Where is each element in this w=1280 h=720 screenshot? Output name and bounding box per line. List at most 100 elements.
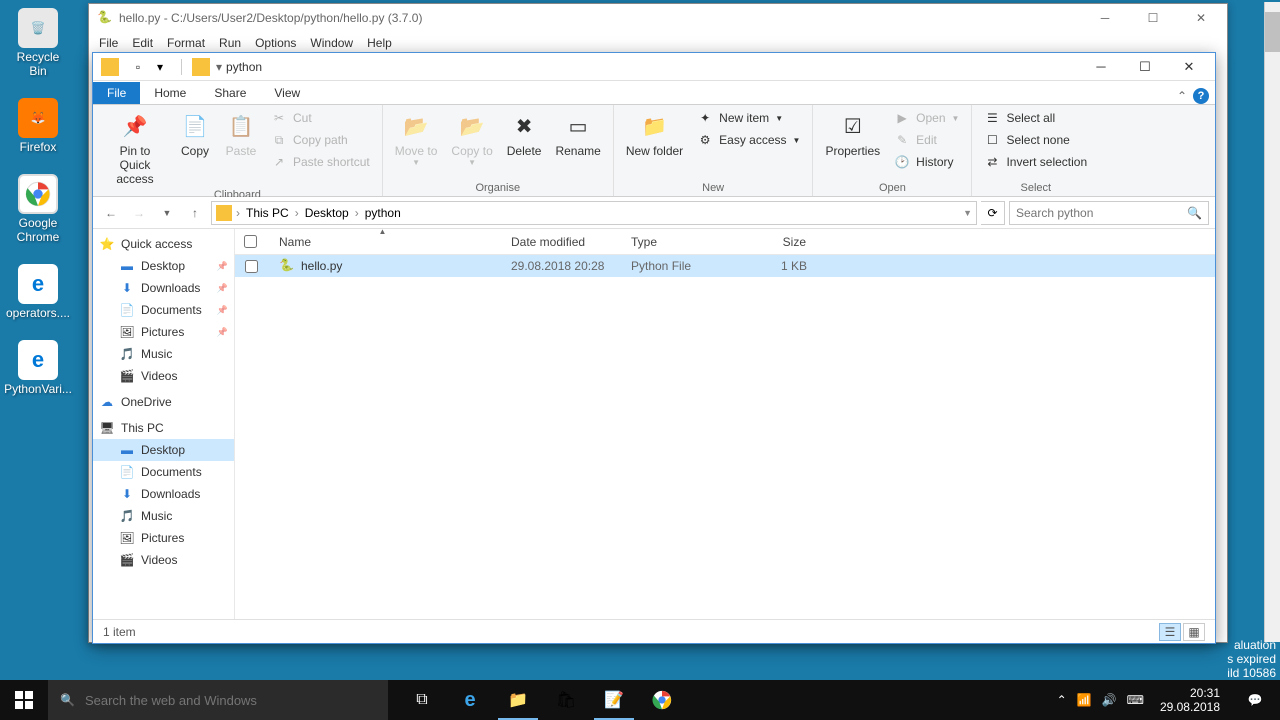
language-icon[interactable]: ⌨ bbox=[1127, 693, 1144, 707]
select-none-button[interactable]: ☐Select none bbox=[978, 130, 1093, 150]
network-icon[interactable]: 📶 bbox=[1077, 693, 1092, 707]
properties-button[interactable]: ☑ Properties bbox=[819, 108, 886, 160]
menu-run[interactable]: Run bbox=[219, 36, 241, 50]
nav-quick-access[interactable]: ⭐Quick access bbox=[93, 233, 234, 255]
taskbar-notepad[interactable]: 📝 bbox=[590, 680, 638, 720]
open-button[interactable]: ▶Open ▼ bbox=[888, 108, 965, 128]
desktop-icon-pythonvari[interactable]: e PythonVari... bbox=[8, 340, 68, 396]
menu-options[interactable]: Options bbox=[255, 36, 296, 50]
column-type[interactable]: Type bbox=[619, 229, 739, 254]
invert-selection-button[interactable]: ⇄Invert selection bbox=[978, 152, 1093, 172]
qat-dropdown-icon[interactable]: ▾ bbox=[151, 58, 169, 76]
nav-pictures[interactable]: 🖼Pictures bbox=[93, 321, 234, 343]
file-checkbox[interactable] bbox=[245, 260, 258, 273]
volume-icon[interactable]: 🔊 bbox=[1102, 693, 1117, 707]
copy-path-button[interactable]: ⧉Copy path bbox=[265, 130, 376, 150]
tab-home[interactable]: Home bbox=[140, 82, 200, 104]
taskbar-chrome[interactable] bbox=[638, 680, 686, 720]
maximize-button[interactable]: ☐ bbox=[1135, 8, 1171, 28]
edit-button[interactable]: ✎Edit bbox=[888, 130, 965, 150]
explorer-titlebar[interactable]: ▫ ▾ ▾ python ─ ☐ ✕ bbox=[93, 53, 1215, 81]
file-list[interactable]: 🐍 hello.py 29.08.2018 20:28 Python File … bbox=[235, 255, 1215, 619]
desktop-icon-chrome[interactable]: Google Chrome bbox=[8, 174, 68, 244]
copy-to-button[interactable]: 📂 Copy to▼ bbox=[445, 108, 498, 169]
minimize-ribbon-icon[interactable]: ⌃ bbox=[1177, 89, 1187, 103]
start-button[interactable] bbox=[0, 680, 48, 720]
task-view-button[interactable]: ⧉ bbox=[398, 680, 446, 720]
pin-to-quick-access-button[interactable]: 📌 Pin to Quick access bbox=[99, 108, 171, 188]
breadcrumb-dropdown-icon[interactable]: ▼ bbox=[963, 208, 972, 218]
taskbar-edge[interactable]: e bbox=[446, 680, 494, 720]
nav-documents[interactable]: 📄Documents bbox=[93, 299, 234, 321]
column-checkbox[interactable] bbox=[235, 229, 267, 254]
search-box[interactable]: 🔍 bbox=[1009, 201, 1209, 225]
menu-edit[interactable]: Edit bbox=[132, 36, 153, 50]
rename-button[interactable]: ▭ Rename bbox=[549, 108, 606, 160]
taskbar-search[interactable]: 🔍 bbox=[48, 680, 388, 720]
chevron-right-icon[interactable]: › bbox=[236, 206, 240, 220]
help-icon[interactable]: ? bbox=[1193, 88, 1209, 104]
chevron-right-icon[interactable]: › bbox=[295, 206, 299, 220]
copy-button[interactable]: 📄 Copy bbox=[173, 108, 217, 160]
search-input[interactable] bbox=[1016, 206, 1187, 220]
nav-pc-music[interactable]: 🎵Music bbox=[93, 505, 234, 527]
forward-button[interactable]: → bbox=[127, 201, 151, 225]
minimize-button[interactable]: ─ bbox=[1087, 8, 1123, 28]
column-name[interactable]: ▲Name bbox=[267, 229, 499, 254]
breadcrumb[interactable]: › This PC › Desktop › python ▼ bbox=[211, 201, 977, 225]
desktop-icon-recycle-bin[interactable]: 🗑️ Recycle Bin bbox=[8, 8, 68, 78]
idle-titlebar[interactable]: 🐍 hello.py - C:/Users/User2/Desktop/pyth… bbox=[89, 4, 1227, 32]
maximize-button[interactable]: ☐ bbox=[1123, 53, 1167, 81]
search-icon[interactable]: 🔍 bbox=[1187, 206, 1202, 220]
tab-view[interactable]: View bbox=[260, 82, 314, 104]
nav-pc-pictures[interactable]: 🖼Pictures bbox=[93, 527, 234, 549]
file-row[interactable]: 🐍 hello.py 29.08.2018 20:28 Python File … bbox=[235, 255, 1215, 277]
breadcrumb-item[interactable]: This PC bbox=[242, 204, 293, 222]
close-button[interactable]: ✕ bbox=[1183, 8, 1219, 28]
clock[interactable]: 20:31 29.08.2018 bbox=[1154, 686, 1226, 714]
nav-pc-desktop[interactable]: ▬Desktop bbox=[93, 439, 234, 461]
select-all-button[interactable]: ☰Select all bbox=[978, 108, 1093, 128]
breadcrumb-item[interactable]: Desktop bbox=[301, 204, 353, 222]
taskbar-explorer[interactable]: 📁 bbox=[494, 680, 542, 720]
details-view-button[interactable]: ☰ bbox=[1159, 623, 1181, 641]
tray-expand-icon[interactable]: ⌃ bbox=[1057, 693, 1067, 707]
file-name-cell[interactable]: 🐍 hello.py bbox=[267, 258, 499, 274]
delete-button[interactable]: ✖ Delete bbox=[501, 108, 548, 160]
qat-dropdown-icon[interactable]: ▾ bbox=[216, 60, 222, 74]
nav-pc-downloads[interactable]: ⬇Downloads bbox=[93, 483, 234, 505]
select-all-checkbox[interactable] bbox=[244, 235, 257, 248]
nav-desktop[interactable]: ▬Desktop bbox=[93, 255, 234, 277]
desktop-icon-operators[interactable]: e operators.... bbox=[8, 264, 68, 320]
back-button[interactable]: ← bbox=[99, 201, 123, 225]
navigation-pane[interactable]: ⭐Quick access ▬Desktop ⬇Downloads 📄Docum… bbox=[93, 229, 235, 619]
action-center-button[interactable]: 💬 bbox=[1236, 680, 1274, 720]
nav-pc-videos[interactable]: 🎬Videos bbox=[93, 549, 234, 571]
qat-properties-icon[interactable]: ▫ bbox=[129, 58, 147, 76]
paste-button[interactable]: 📋 Paste bbox=[219, 108, 263, 160]
taskbar-store[interactable]: 🛍 bbox=[542, 680, 590, 720]
chevron-right-icon[interactable]: › bbox=[355, 206, 359, 220]
column-date[interactable]: Date modified bbox=[499, 229, 619, 254]
history-button[interactable]: 🕑History bbox=[888, 152, 965, 172]
taskbar-search-input[interactable] bbox=[85, 693, 376, 708]
nav-videos[interactable]: 🎬Videos bbox=[93, 365, 234, 387]
tab-file[interactable]: File bbox=[93, 82, 140, 104]
recent-dropdown[interactable]: ▼ bbox=[155, 201, 179, 225]
move-to-button[interactable]: 📂 Move to▼ bbox=[389, 108, 444, 169]
menu-file[interactable]: File bbox=[99, 36, 118, 50]
nav-music[interactable]: 🎵Music bbox=[93, 343, 234, 365]
new-item-button[interactable]: ✦New item ▼ bbox=[691, 108, 806, 128]
close-button[interactable]: ✕ bbox=[1167, 53, 1211, 81]
new-folder-button[interactable]: 📁 New folder bbox=[620, 108, 689, 160]
up-button[interactable]: ↑ bbox=[183, 201, 207, 225]
refresh-button[interactable]: ⟳ bbox=[981, 201, 1005, 225]
nav-pc-documents[interactable]: 📄Documents bbox=[93, 461, 234, 483]
nav-this-pc[interactable]: 🖥This PC bbox=[93, 417, 234, 439]
cut-button[interactable]: ✂Cut bbox=[265, 108, 376, 128]
tab-share[interactable]: Share bbox=[200, 82, 260, 104]
minimize-button[interactable]: ─ bbox=[1079, 53, 1123, 81]
scrollbar[interactable] bbox=[1264, 2, 1280, 642]
easy-access-button[interactable]: ⚙Easy access ▼ bbox=[691, 130, 806, 150]
nav-downloads[interactable]: ⬇Downloads bbox=[93, 277, 234, 299]
